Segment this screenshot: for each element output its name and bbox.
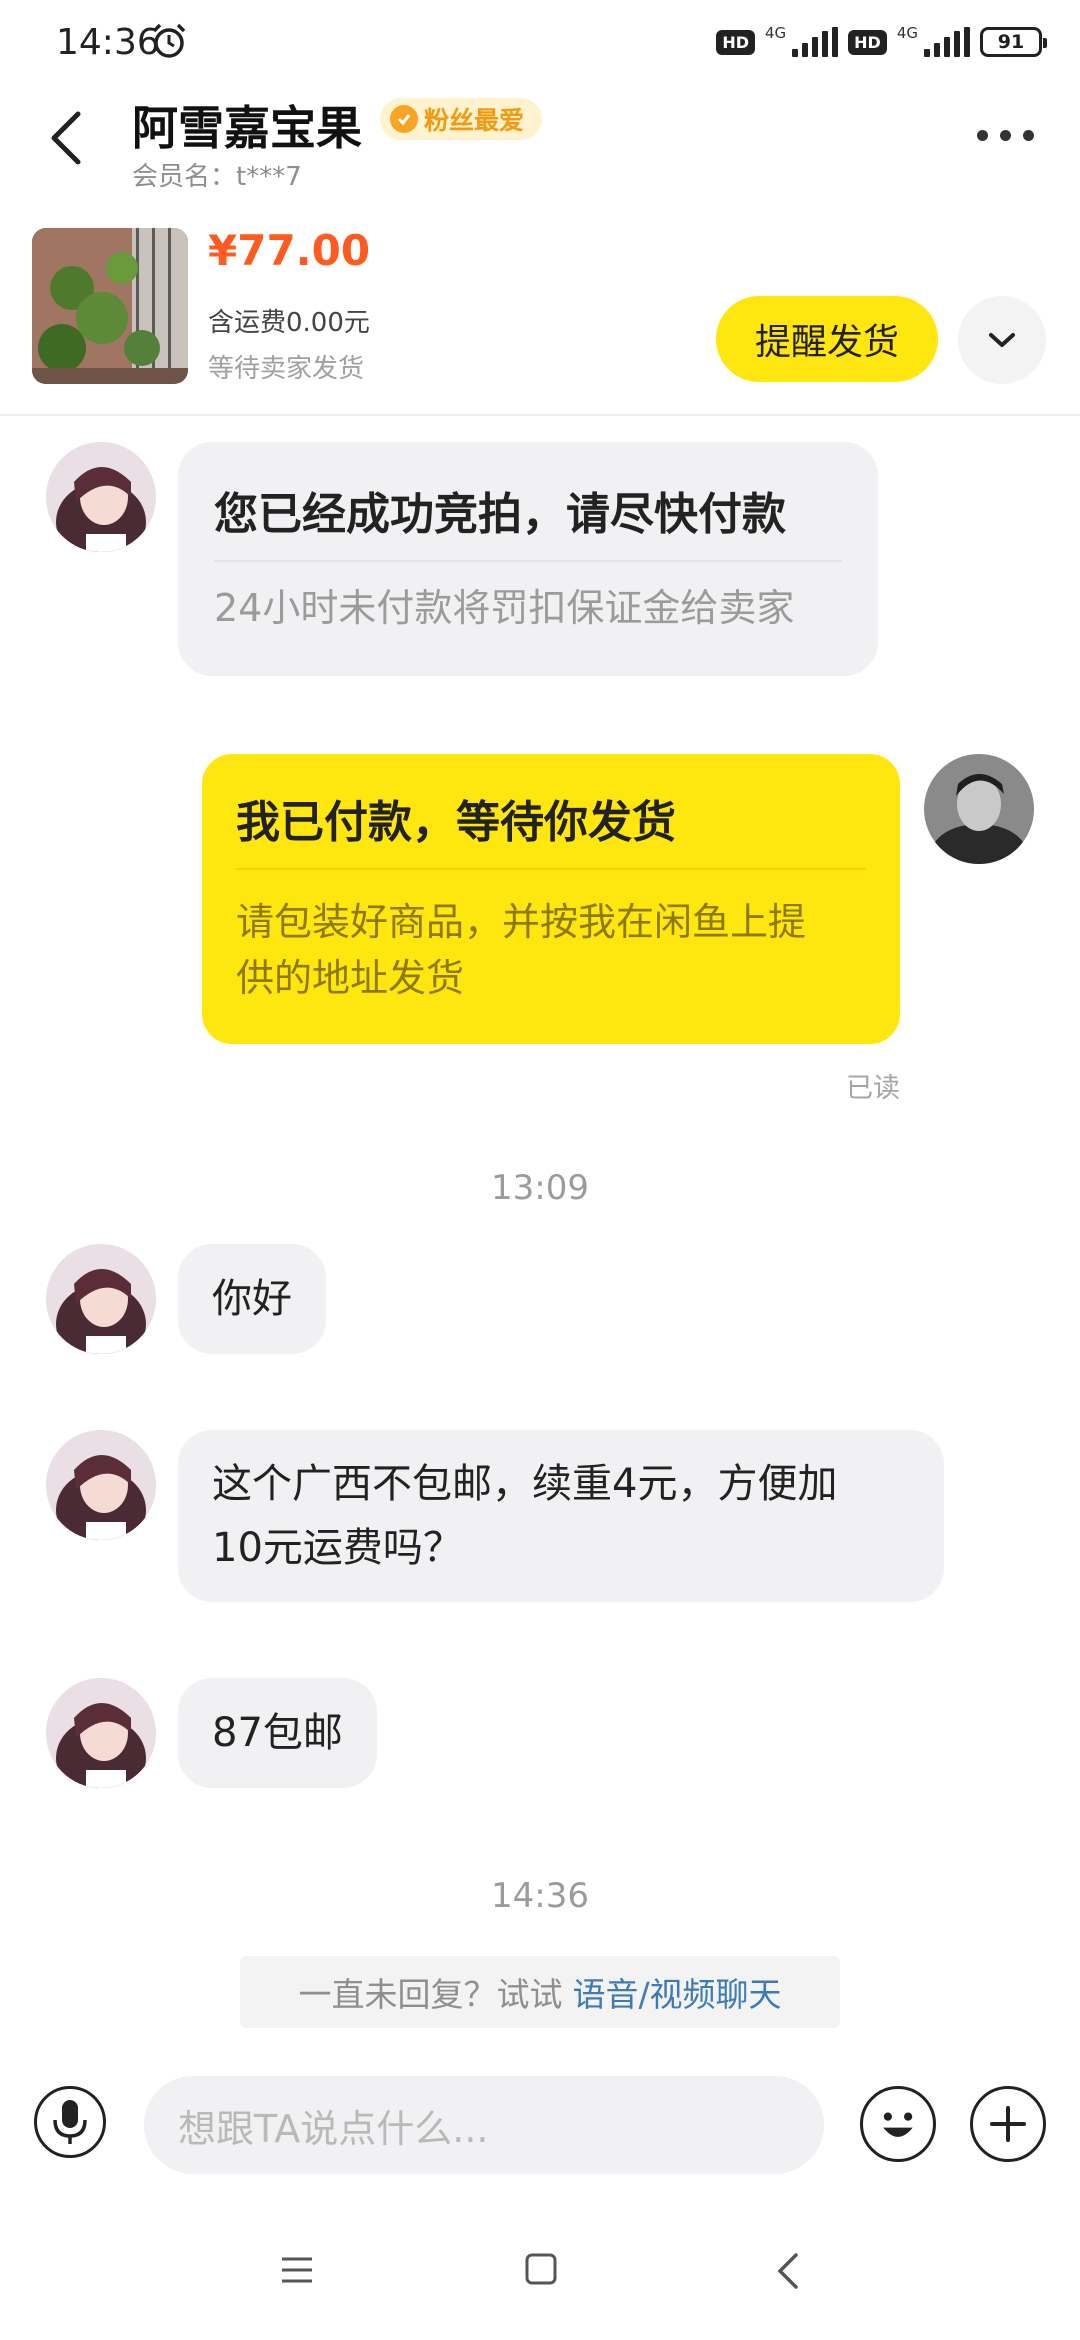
card-body-line1: 请包装好商品，并按我在闲鱼上提 (236, 900, 807, 944)
hd-badge: HD (716, 29, 755, 55)
card-title: 我已付款，等待你发货 (236, 797, 676, 848)
signal-icon (792, 27, 839, 57)
header-divider (0, 414, 1080, 416)
microphone-icon[interactable] (34, 2086, 106, 2158)
remind-ship-button[interactable]: 提醒发货 (716, 296, 938, 382)
member-name: 会员名：t***7 (132, 162, 302, 192)
message-line1: 这个广西不包邮，续重4元，方便加 (212, 1461, 838, 1507)
status-indicators: HD 4G HD 4G 91 (716, 22, 1047, 62)
network-type-2: 4G (896, 24, 918, 42)
message-card-mine: 我已付款，等待你发货 请包装好商品，并按我在闲鱼上提 供的地址发货 (202, 754, 900, 1044)
message-bubble: 87包邮 (178, 1678, 377, 1788)
seller-name: 阿雪嘉宝果 (132, 101, 362, 155)
seller-avatar[interactable] (46, 1430, 156, 1540)
card-body: 24小时未付款将罚扣保证金给卖家 (214, 586, 795, 630)
card-title: 您已经成功竞拍，请尽快付款 (214, 489, 786, 540)
time-separator: 13:09 (491, 1168, 589, 1208)
my-avatar[interactable] (924, 754, 1034, 864)
menu-icon[interactable] (280, 2256, 314, 2284)
hd-badge-2: HD (848, 29, 887, 55)
plus-icon[interactable] (970, 2086, 1046, 2162)
read-status: 已读 (846, 1073, 900, 1104)
message-input[interactable]: 想跟TA说点什么... (144, 2076, 824, 2174)
shipping-fee: 含运费0.00元 (208, 308, 370, 338)
expand-button[interactable] (958, 296, 1046, 384)
network-type: 4G (764, 24, 787, 42)
status-time: 14:36 (56, 22, 160, 63)
fan-badge: 粉丝最爱 (380, 98, 543, 140)
seller-avatar[interactable] (46, 1244, 156, 1354)
seller-avatar[interactable] (46, 1678, 156, 1788)
signal-icon-2 (924, 27, 970, 57)
message-line2: 10元运费吗？ (212, 1525, 463, 1571)
voice-video-chat-link[interactable]: 语音/视频聊天 (572, 1968, 781, 2016)
home-square-icon[interactable] (524, 2252, 558, 2286)
back-triangle-icon[interactable] (776, 2252, 800, 2290)
product-thumbnail[interactable] (32, 228, 188, 384)
card-divider (236, 868, 866, 870)
chevron-down-icon (989, 333, 1015, 347)
product-price: ¥77.00 (208, 226, 371, 275)
message-card: 您已经成功竞拍，请尽快付款 24小时未付款将罚扣保证金给卖家 (178, 442, 878, 676)
check-badge-icon (390, 105, 418, 133)
chevron-left-icon[interactable] (46, 108, 86, 168)
card-divider (214, 560, 842, 562)
order-status: 等待卖家发货 (208, 354, 365, 384)
card-body-line2: 供的地址发货 (236, 956, 465, 1000)
more-horizontal-icon[interactable] (977, 130, 1034, 141)
battery-icon: 91 (980, 27, 1047, 57)
hint-text: 一直未回复？试试 (298, 1975, 563, 2014)
seller-avatar[interactable] (46, 442, 156, 552)
message-bubble: 这个广西不包邮，续重4元，方便加 10元运费吗？ (178, 1430, 944, 1602)
badge-label: 粉丝最爱 (424, 106, 525, 135)
emoji-icon[interactable] (860, 2086, 936, 2162)
no-reply-hint: 一直未回复？试试 语音/视频聊天 (240, 1956, 840, 2028)
message-bubble: 你好 (178, 1244, 326, 1354)
alarm-icon (152, 23, 186, 58)
time-separator: 14:36 (491, 1876, 589, 1916)
